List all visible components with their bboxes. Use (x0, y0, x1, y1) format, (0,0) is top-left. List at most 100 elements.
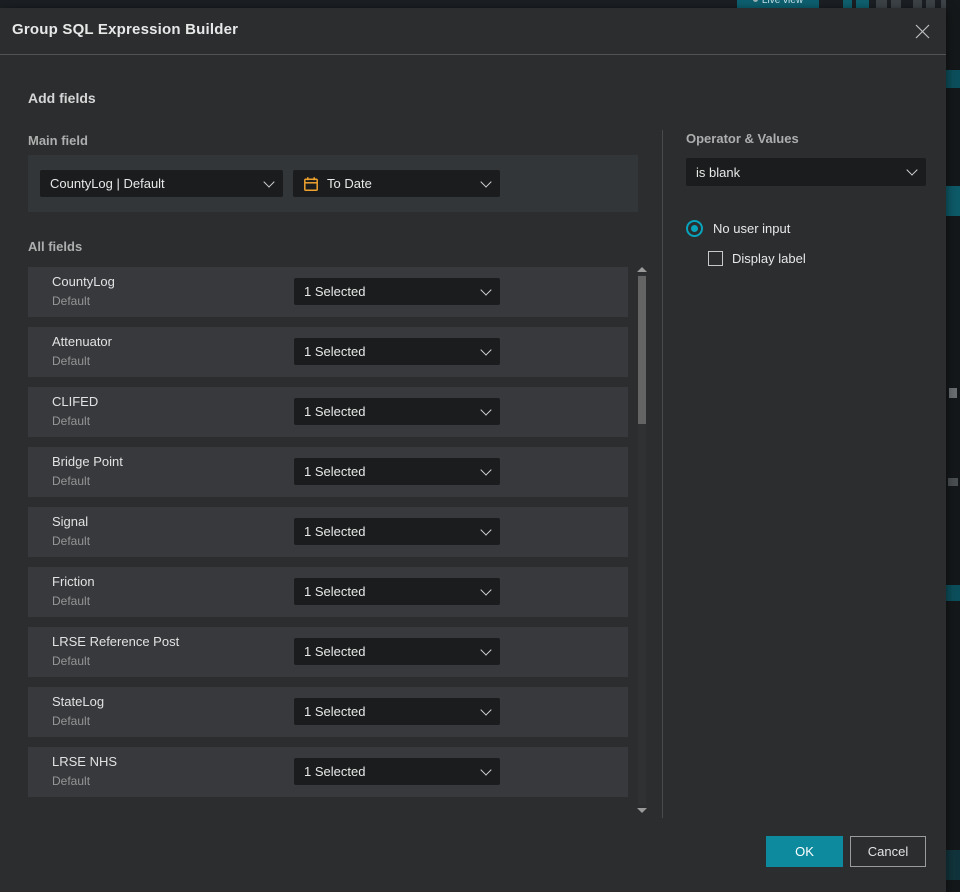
chevron-down-icon (480, 643, 492, 656)
group-sql-expression-builder-dialog: Group SQL Expression Builder Add fields … (0, 8, 946, 892)
all-fields-label: All fields (28, 239, 83, 254)
panel-divider (662, 130, 663, 818)
field-row: StateLog Default 1 Selected (28, 687, 628, 737)
field-row: CountyLog Default 1 Selected (28, 267, 628, 317)
field-selection-dropdown[interactable]: 1 Selected (294, 578, 500, 605)
field-name: Bridge Point (52, 454, 123, 469)
field-selection-dropdown[interactable]: 1 Selected (294, 458, 500, 485)
scroll-down-arrow-icon[interactable] (637, 808, 647, 813)
field-name: StateLog (52, 694, 105, 709)
field-name: CLIFED (52, 394, 99, 409)
chevron-down-icon (480, 175, 492, 188)
close-button[interactable] (910, 19, 934, 43)
operator-dropdown[interactable]: is blank (686, 158, 926, 186)
live-view-dot-icon (752, 0, 758, 2)
field-selection-value: 1 Selected (304, 764, 366, 779)
live-view-button[interactable]: Live view (737, 0, 819, 8)
field-selection-dropdown[interactable]: 1 Selected (294, 758, 500, 785)
toolbar-icon (876, 0, 887, 8)
field-row: Signal Default 1 Selected (28, 507, 628, 557)
scrollbar-thumb[interactable] (638, 276, 646, 424)
field-name: Friction (52, 574, 95, 589)
operator-dropdown-value: is blank (696, 164, 741, 180)
field-subtitle: Default (52, 594, 91, 608)
dialog-header: Group SQL Expression Builder (0, 8, 946, 55)
chevron-down-icon (480, 343, 492, 356)
close-icon (915, 24, 929, 38)
field-subtitle: Default (52, 414, 91, 428)
field-name: CountyLog (52, 274, 115, 289)
chevron-down-icon (480, 703, 492, 716)
toolbar-icon (926, 0, 935, 8)
field-selection-value: 1 Selected (304, 464, 366, 479)
field-subtitle: Default (52, 474, 91, 488)
ok-button[interactable]: OK (766, 836, 843, 867)
field-type-dropdown-value: To Date (327, 176, 372, 191)
main-field-dropdown-value: CountyLog | Default (50, 176, 165, 191)
field-selection-value: 1 Selected (304, 284, 366, 299)
background-edge-block (949, 388, 957, 398)
field-type-dropdown[interactable]: To Date (293, 170, 500, 197)
background-edge-block (946, 850, 960, 880)
radio-selected-icon[interactable] (686, 220, 703, 237)
field-name: LRSE Reference Post (52, 634, 180, 649)
background-edge-block (948, 478, 958, 486)
field-subtitle: Default (52, 714, 91, 728)
field-selection-dropdown[interactable]: 1 Selected (294, 338, 500, 365)
operator-values-label: Operator & Values (686, 131, 799, 146)
field-selection-value: 1 Selected (304, 404, 366, 419)
chevron-down-icon (263, 175, 275, 188)
add-fields-heading: Add fields (28, 90, 96, 106)
field-selection-value: 1 Selected (304, 644, 366, 659)
field-selection-value: 1 Selected (304, 584, 366, 599)
main-field-label: Main field (28, 133, 88, 148)
background-edge-block (946, 585, 960, 601)
chevron-down-icon (480, 523, 492, 536)
chevron-down-icon (480, 583, 492, 596)
radio-dot (691, 225, 698, 232)
live-view-label: Live view (761, 0, 804, 6)
background-top-bar: Live view (0, 0, 960, 8)
chevron-down-icon (480, 283, 492, 296)
chevron-down-icon (480, 763, 492, 776)
field-row: Attenuator Default 1 Selected (28, 327, 628, 377)
field-selection-dropdown[interactable]: 1 Selected (294, 278, 500, 305)
background-edge-block (946, 186, 960, 216)
no-user-input-label: No user input (713, 221, 791, 236)
background-edge-block (946, 70, 960, 88)
display-label-checkbox-row[interactable]: Display label (708, 251, 806, 266)
field-selection-value: 1 Selected (304, 344, 366, 359)
field-row: Bridge Point Default 1 Selected (28, 447, 628, 497)
field-row: Friction Default 1 Selected (28, 567, 628, 617)
field-selection-value: 1 Selected (304, 704, 366, 719)
cancel-button[interactable]: Cancel (850, 836, 926, 867)
toolbar-icon (856, 0, 869, 8)
field-selection-dropdown[interactable]: 1 Selected (294, 518, 500, 545)
display-label-label: Display label (732, 251, 806, 266)
calendar-icon (303, 176, 319, 192)
field-selection-dropdown[interactable]: 1 Selected (294, 698, 500, 725)
field-selection-value: 1 Selected (304, 524, 366, 539)
field-name: Signal (52, 514, 89, 529)
chevron-down-icon (906, 164, 918, 176)
fields-scrollbar[interactable] (636, 267, 648, 813)
field-row: LRSE Reference Post Default 1 Selected (28, 627, 628, 677)
main-field-box: CountyLog | Default To Date (28, 155, 638, 212)
main-field-dropdown[interactable]: CountyLog | Default (40, 170, 283, 197)
field-selection-dropdown[interactable]: 1 Selected (294, 398, 500, 425)
field-subtitle: Default (52, 534, 91, 548)
all-fields-list: CountyLog Default 1 Selected Attenuator … (28, 267, 628, 807)
chevron-down-icon (480, 403, 492, 416)
scroll-up-arrow-icon[interactable] (637, 267, 647, 272)
field-subtitle: Default (52, 294, 91, 308)
field-subtitle: Default (52, 654, 91, 668)
field-subtitle: Default (52, 774, 91, 788)
field-selection-dropdown[interactable]: 1 Selected (294, 638, 500, 665)
checkbox-unchecked-icon[interactable] (708, 251, 723, 266)
field-row: LRSE NHS Default 1 Selected (28, 747, 628, 797)
field-subtitle: Default (52, 354, 91, 368)
field-row: CLIFED Default 1 Selected (28, 387, 628, 437)
no-user-input-radio-row[interactable]: No user input (686, 220, 790, 237)
background-app-edge (946, 0, 960, 892)
field-name: LRSE NHS (52, 754, 118, 769)
